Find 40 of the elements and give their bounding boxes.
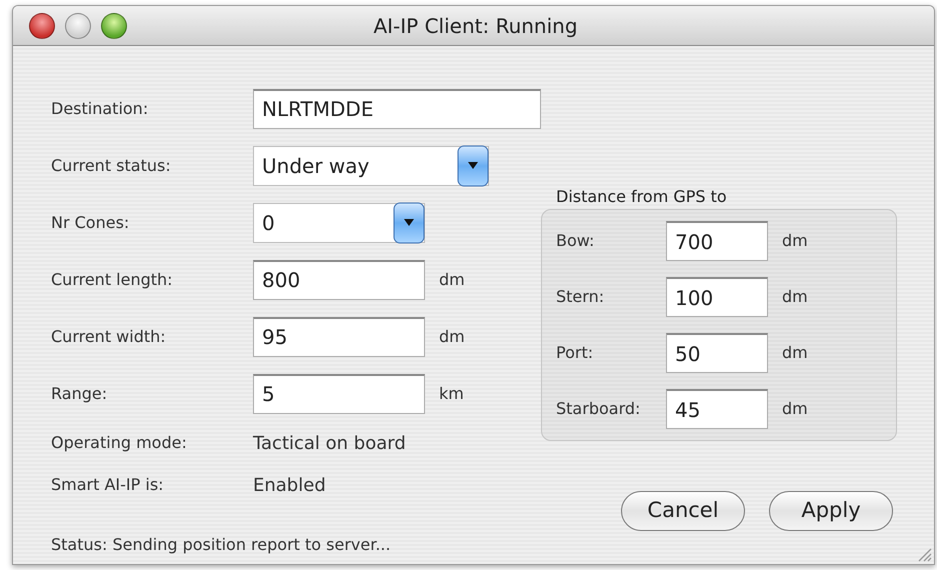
unit-label: km — [439, 382, 464, 404]
field-label: Current length: — [51, 268, 174, 290]
resize-grip-icon[interactable] — [916, 546, 932, 562]
value-text: Tactical on board — [253, 432, 406, 456]
text-field[interactable]: NLRTMDDE — [253, 88, 541, 128]
unit-label: dm — [782, 286, 808, 308]
text-field[interactable]: 100 — [666, 277, 768, 317]
dropdown[interactable]: Under way — [253, 146, 489, 186]
field-label: Starboard: — [556, 398, 642, 420]
field-label: Operating mode: — [51, 432, 188, 454]
value-text: Enabled — [253, 474, 326, 498]
minimize-button[interactable] — [65, 12, 91, 38]
group-title: Distance from GPS to — [556, 187, 727, 206]
unit-label: dm — [782, 342, 808, 364]
zoom-button[interactable] — [101, 12, 127, 38]
field-label: Destination: — [51, 98, 150, 120]
field-label: Smart AI-IP is: — [51, 474, 165, 496]
field-label: Stern: — [556, 286, 606, 308]
text-field[interactable]: 800 — [253, 260, 425, 300]
unit-label: dm — [782, 398, 808, 420]
field-label: Range: — [51, 382, 108, 404]
unit-label: dm — [439, 268, 465, 290]
field-label: Port: — [556, 342, 594, 364]
text-field[interactable]: 700 — [666, 221, 768, 261]
text-field[interactable]: 45 — [666, 389, 768, 429]
field-label: Bow: — [556, 230, 596, 252]
close-button[interactable] — [29, 12, 55, 38]
field-label: Nr Cones: — [51, 212, 130, 234]
text-field[interactable]: 50 — [666, 333, 768, 373]
dropdown[interactable]: 0 — [253, 202, 425, 242]
dialog-button[interactable]: Apply — [769, 491, 893, 531]
text-field[interactable]: 5 — [253, 374, 425, 414]
status-text: Status: Sending position report to server... — [51, 535, 391, 554]
text-field[interactable]: 95 — [253, 316, 425, 356]
field-label: Current width: — [51, 326, 167, 348]
field-label: Current status: — [51, 154, 172, 176]
unit-label: dm — [439, 326, 465, 348]
unit-label: dm — [782, 230, 808, 252]
dialog-button[interactable]: Cancel — [621, 491, 745, 531]
window-title: AI-IP Client: Running — [373, 14, 578, 38]
